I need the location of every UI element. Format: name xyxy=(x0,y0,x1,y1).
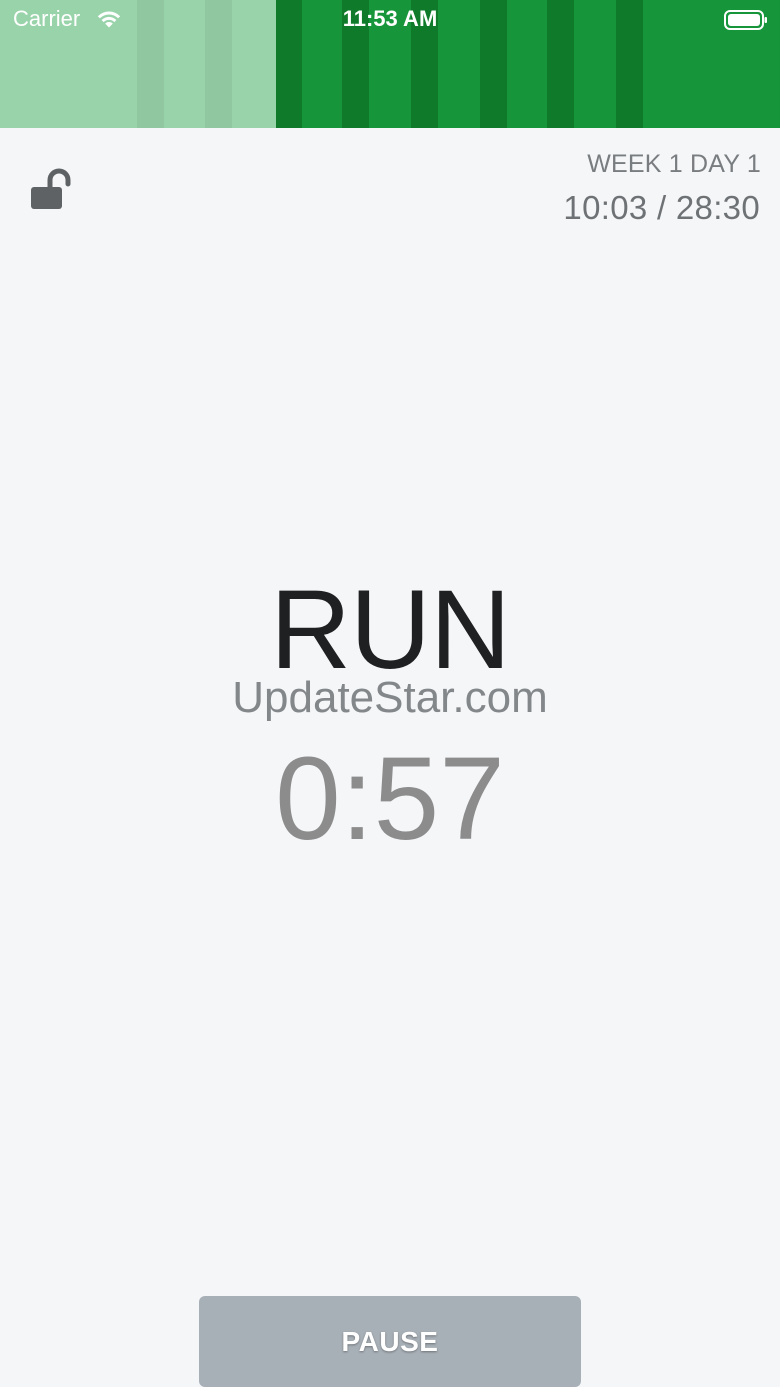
unlocked-padlock-icon[interactable] xyxy=(28,168,78,212)
watermark-text: UpdateStar.com xyxy=(232,673,548,722)
status-time: 11:53 AM xyxy=(342,6,438,31)
interval-countdown: 0:57 xyxy=(275,733,505,865)
elapsed-total-time: 10:03 / 28:30 xyxy=(563,189,760,226)
week-day-label: WEEK 1 DAY 1 xyxy=(587,150,761,178)
pause-button[interactable]: PAUSE xyxy=(199,1296,581,1387)
status-bar: Carrier 11:53 AM xyxy=(0,0,780,40)
battery-icon xyxy=(724,10,767,30)
